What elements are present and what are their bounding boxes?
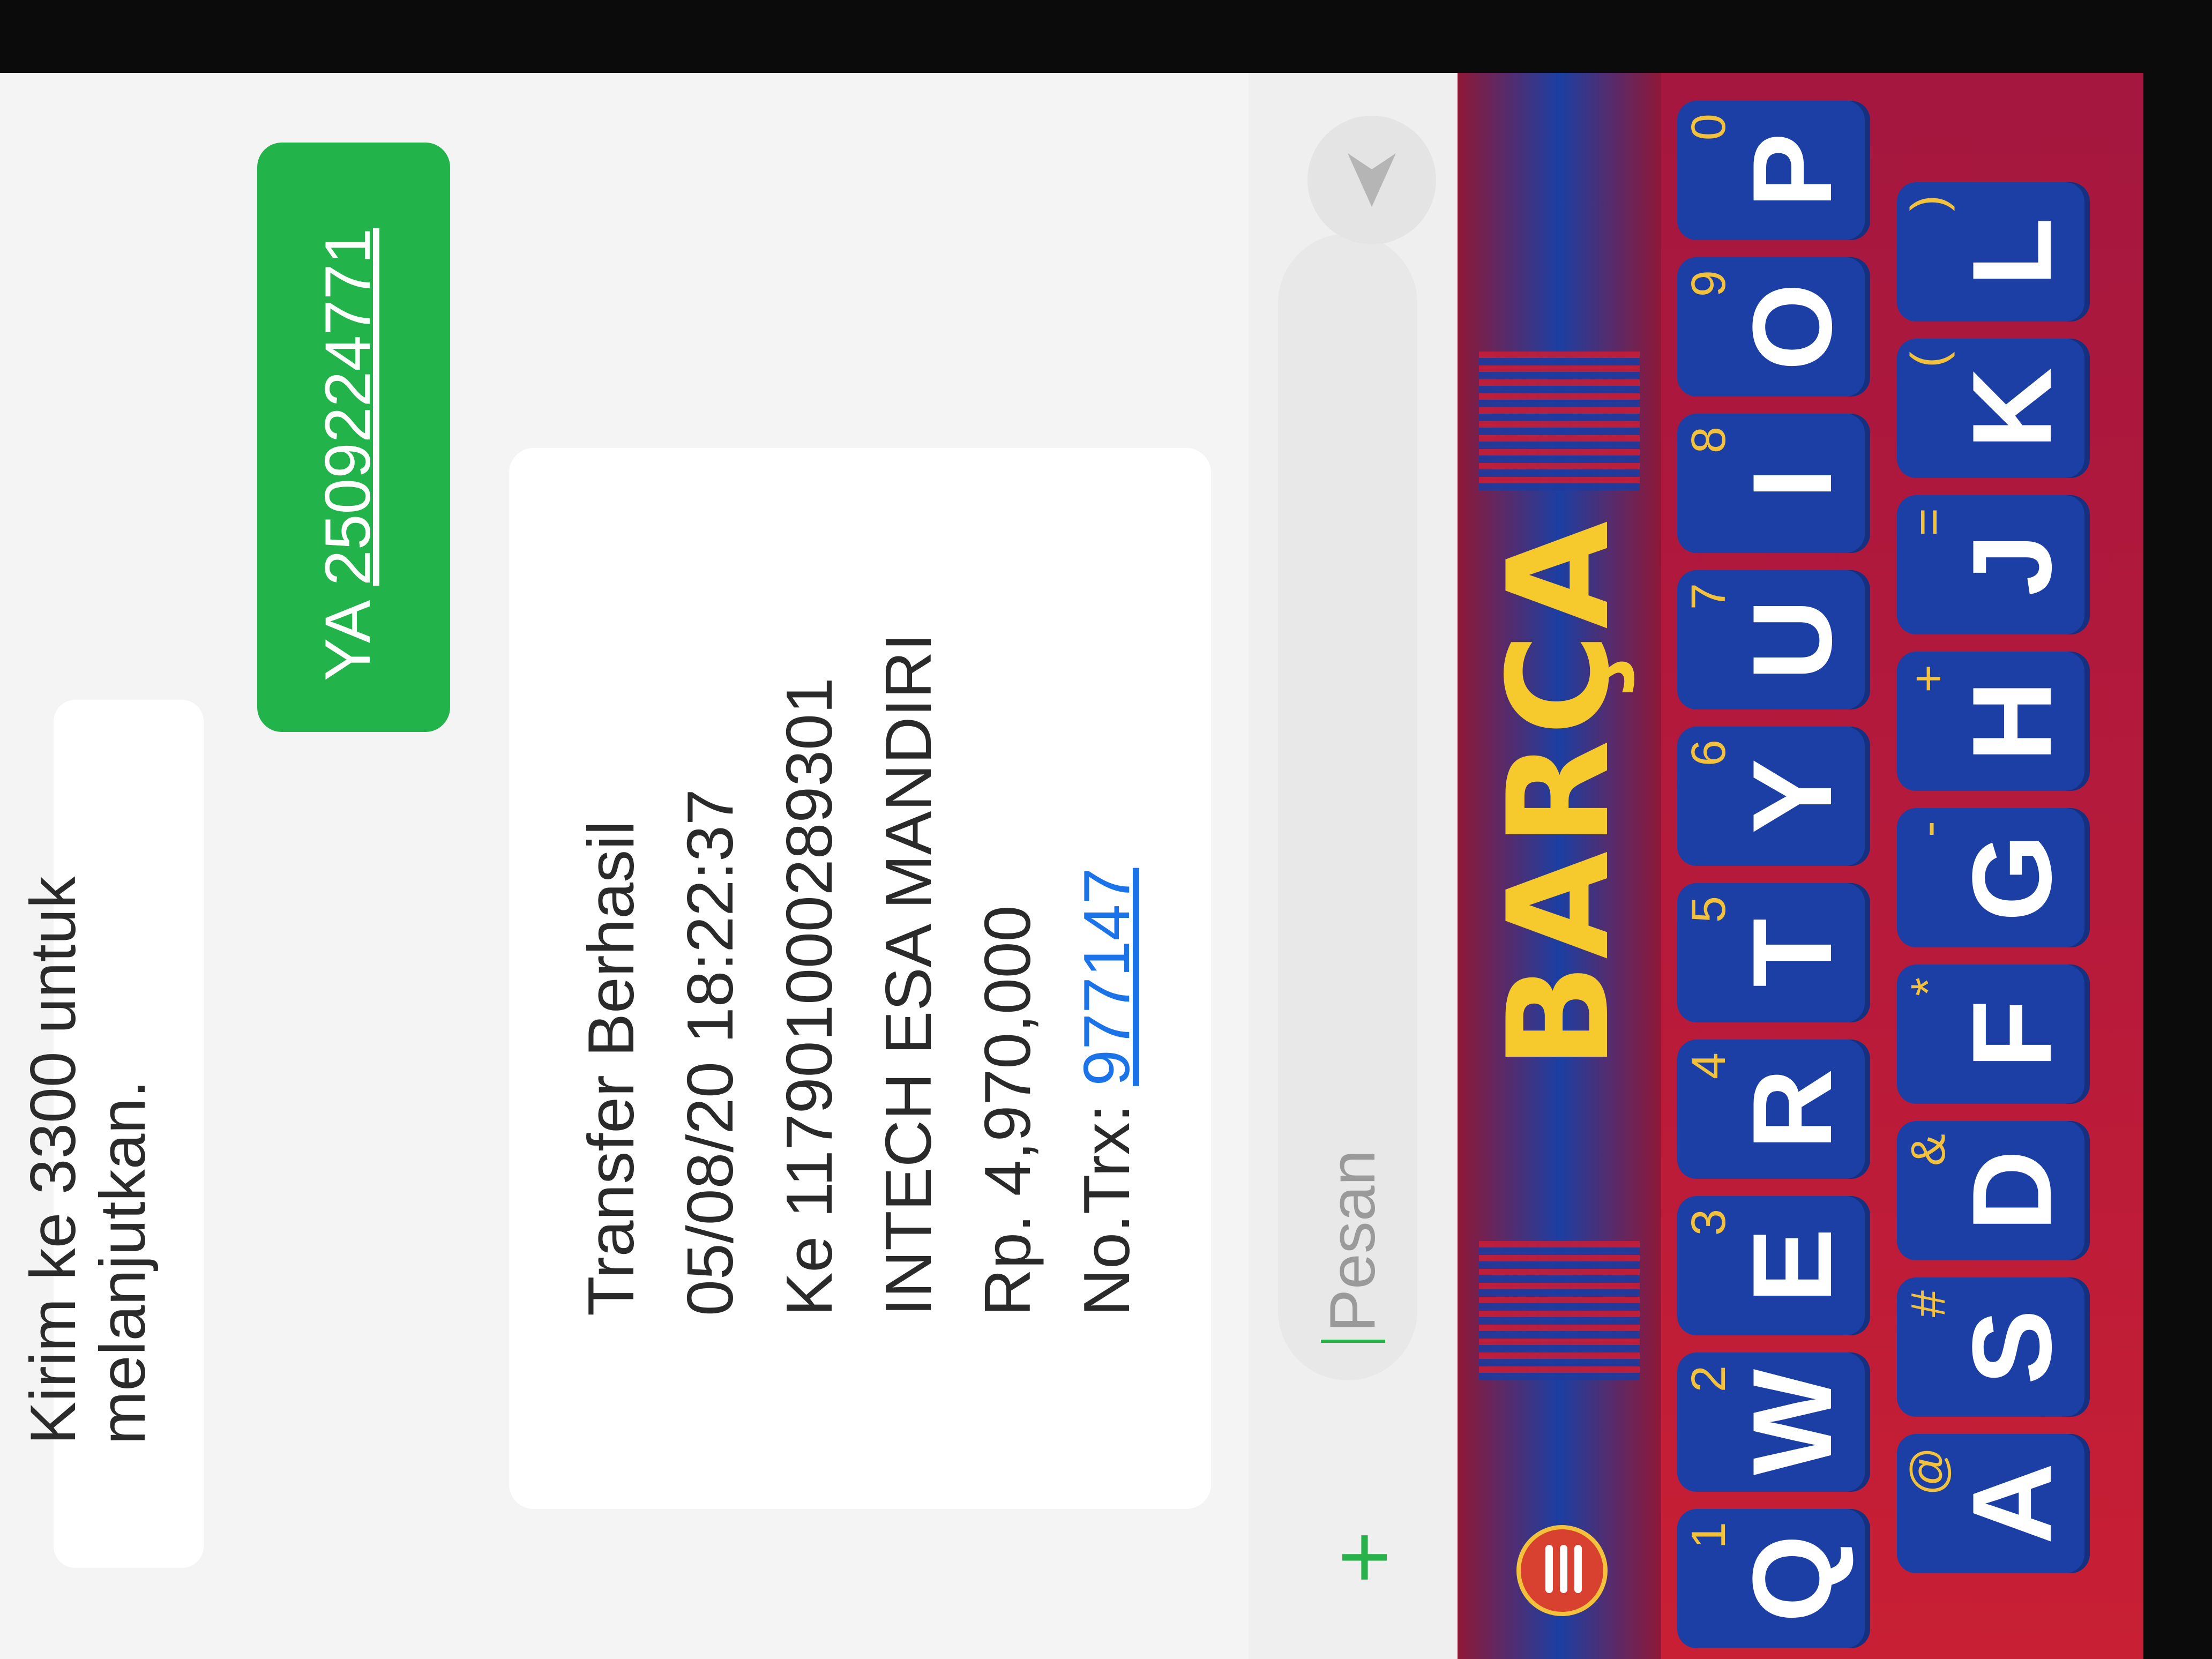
key-s[interactable]: # S xyxy=(1897,1277,2090,1417)
text-caret xyxy=(1321,1340,1385,1343)
key-hint: 9 xyxy=(1682,270,1736,297)
key-hint: # xyxy=(1902,1290,1955,1318)
key-l[interactable]: ) L xyxy=(1897,182,2090,322)
key-hint: = xyxy=(1902,508,1955,536)
photo-stage: Kirim ke 3300 untuk melanjutkan. YA 2509… xyxy=(0,0,2212,1659)
key-k[interactable]: (K xyxy=(1897,339,2090,478)
key-label: H xyxy=(1949,681,2075,762)
compose-bar: + Pesan xyxy=(1249,73,1463,1659)
key-hint: 4 xyxy=(1682,1052,1736,1080)
key-p[interactable]: 0P xyxy=(1677,101,1870,240)
transfer-receipt-bubble[interactable]: Transfer Berhasil 05/08/20 18:22:37 Ke 1… xyxy=(509,448,1211,1509)
key-label: Y xyxy=(1729,758,1855,834)
key-label: P xyxy=(1729,132,1855,208)
message-input[interactable]: Pesan xyxy=(1278,234,1417,1380)
message-text-line: Kirim ke 3300 untuk xyxy=(17,876,89,1445)
key-hint: + xyxy=(1902,664,1955,693)
receipt-transaction-number: No.Trx: 977147 xyxy=(1069,868,1144,1316)
message-text-line: melanjutkan. xyxy=(87,1080,159,1445)
key-w[interactable]: 2W xyxy=(1677,1352,1870,1492)
key-hint: 8 xyxy=(1682,427,1736,454)
key-i[interactable]: 8I xyxy=(1677,414,1870,553)
key-hint: ( xyxy=(1902,352,1955,368)
key-hint: 3 xyxy=(1682,1209,1736,1236)
key-hint: 7 xyxy=(1682,583,1736,610)
key-label: K xyxy=(1949,368,2075,449)
key-hint: & xyxy=(1902,1134,1955,1167)
key-label: E xyxy=(1729,1228,1855,1304)
key-f[interactable]: * F xyxy=(1897,965,2090,1104)
key-label: W xyxy=(1729,1369,1855,1476)
key-label: A xyxy=(1949,1463,2075,1544)
key-e[interactable]: 3E xyxy=(1677,1196,1870,1335)
message-thread[interactable]: Kirim ke 3300 untuk melanjutkan. YA 2509… xyxy=(0,73,1458,1659)
trx-label: No.Trx: xyxy=(1070,1086,1143,1316)
menu-icon xyxy=(1545,1545,1582,1593)
key-o[interactable]: 9O xyxy=(1677,257,1870,397)
key-label: L xyxy=(1949,217,2075,287)
key-hint: 0 xyxy=(1682,114,1736,141)
attach-plus-icon[interactable]: + xyxy=(1313,1531,1415,1584)
receipt-status: Transfer Berhasil xyxy=(574,820,647,1316)
receipt-destination-account: Ke 117901000289301 xyxy=(773,677,846,1316)
key-hint: 6 xyxy=(1682,739,1736,767)
key-hint: 2 xyxy=(1682,1365,1736,1393)
key-y[interactable]: 6Y xyxy=(1677,727,1870,866)
outgoing-code-link[interactable]: 2509224771 xyxy=(312,228,384,586)
keyboard-theme-banner: BARÇA xyxy=(1458,73,1661,1659)
receipt-amount: Rp. 4,970,000 xyxy=(971,905,1044,1317)
key-hint: ) xyxy=(1902,195,1955,211)
key-t[interactable]: 5T xyxy=(1677,883,1870,1022)
decorative-stripes xyxy=(1479,1241,1640,1380)
outgoing-message-bubble[interactable]: YA 2509224771 xyxy=(257,143,450,732)
key-q[interactable]: 1Q xyxy=(1677,1509,1870,1648)
key-label: T xyxy=(1729,918,1855,988)
receipt-datetime: 05/08/20 18:22:37 xyxy=(674,789,746,1316)
key-u[interactable]: 7U xyxy=(1677,570,1870,709)
key-hint: @ xyxy=(1902,1447,1955,1496)
outgoing-prefix: YA xyxy=(312,586,384,681)
key-g[interactable]: -G xyxy=(1897,808,2090,947)
key-label: J xyxy=(1949,533,2075,596)
key-hint: 5 xyxy=(1682,896,1736,923)
key-d[interactable]: & D xyxy=(1897,1121,2090,1260)
incoming-message-bubble[interactable]: Kirim ke 3300 untuk melanjutkan. xyxy=(17,700,204,1568)
send-icon xyxy=(1348,153,1396,207)
key-hint: 1 xyxy=(1682,1522,1736,1549)
key-label: S xyxy=(1949,1309,2075,1385)
key-hint: * xyxy=(1902,977,1955,997)
message-input-placeholder: Pesan xyxy=(1317,1149,1388,1332)
key-label: Q xyxy=(1729,1535,1855,1623)
key-label: U xyxy=(1729,599,1855,681)
decorative-stripes xyxy=(1479,352,1640,491)
key-a[interactable]: @ A xyxy=(1897,1434,2090,1573)
key-j[interactable]: = J xyxy=(1897,495,2090,634)
key-hint: - xyxy=(1902,821,1955,837)
barca-logo: BARÇA xyxy=(1478,517,1640,1070)
key-label: R xyxy=(1729,1068,1855,1150)
trx-number-link[interactable]: 977147 xyxy=(1070,868,1143,1086)
outgoing-message-text: YA 2509224771 xyxy=(311,228,385,681)
key-h[interactable]: + H xyxy=(1897,652,2090,791)
receipt-recipient-name: INTECH ESA MANDIRI xyxy=(872,633,945,1316)
key-label: I xyxy=(1729,467,1855,499)
key-label: G xyxy=(1949,834,2075,922)
phone-screen: Kirim ke 3300 untuk melanjutkan. YA 2509… xyxy=(0,73,2143,1659)
key-label: D xyxy=(1949,1150,2075,1231)
key-label: O xyxy=(1729,283,1855,371)
key-label: F xyxy=(1949,999,2075,1069)
keyboard: BARÇA 1Q2W3E4R5T6Y7U8I9O0P @ A # S & D * F - G + H =… xyxy=(1458,73,2143,1659)
send-button[interactable] xyxy=(1307,116,1436,244)
keyboard-menu-button[interactable] xyxy=(1516,1525,1608,1616)
key-r[interactable]: 4R xyxy=(1677,1040,1870,1179)
